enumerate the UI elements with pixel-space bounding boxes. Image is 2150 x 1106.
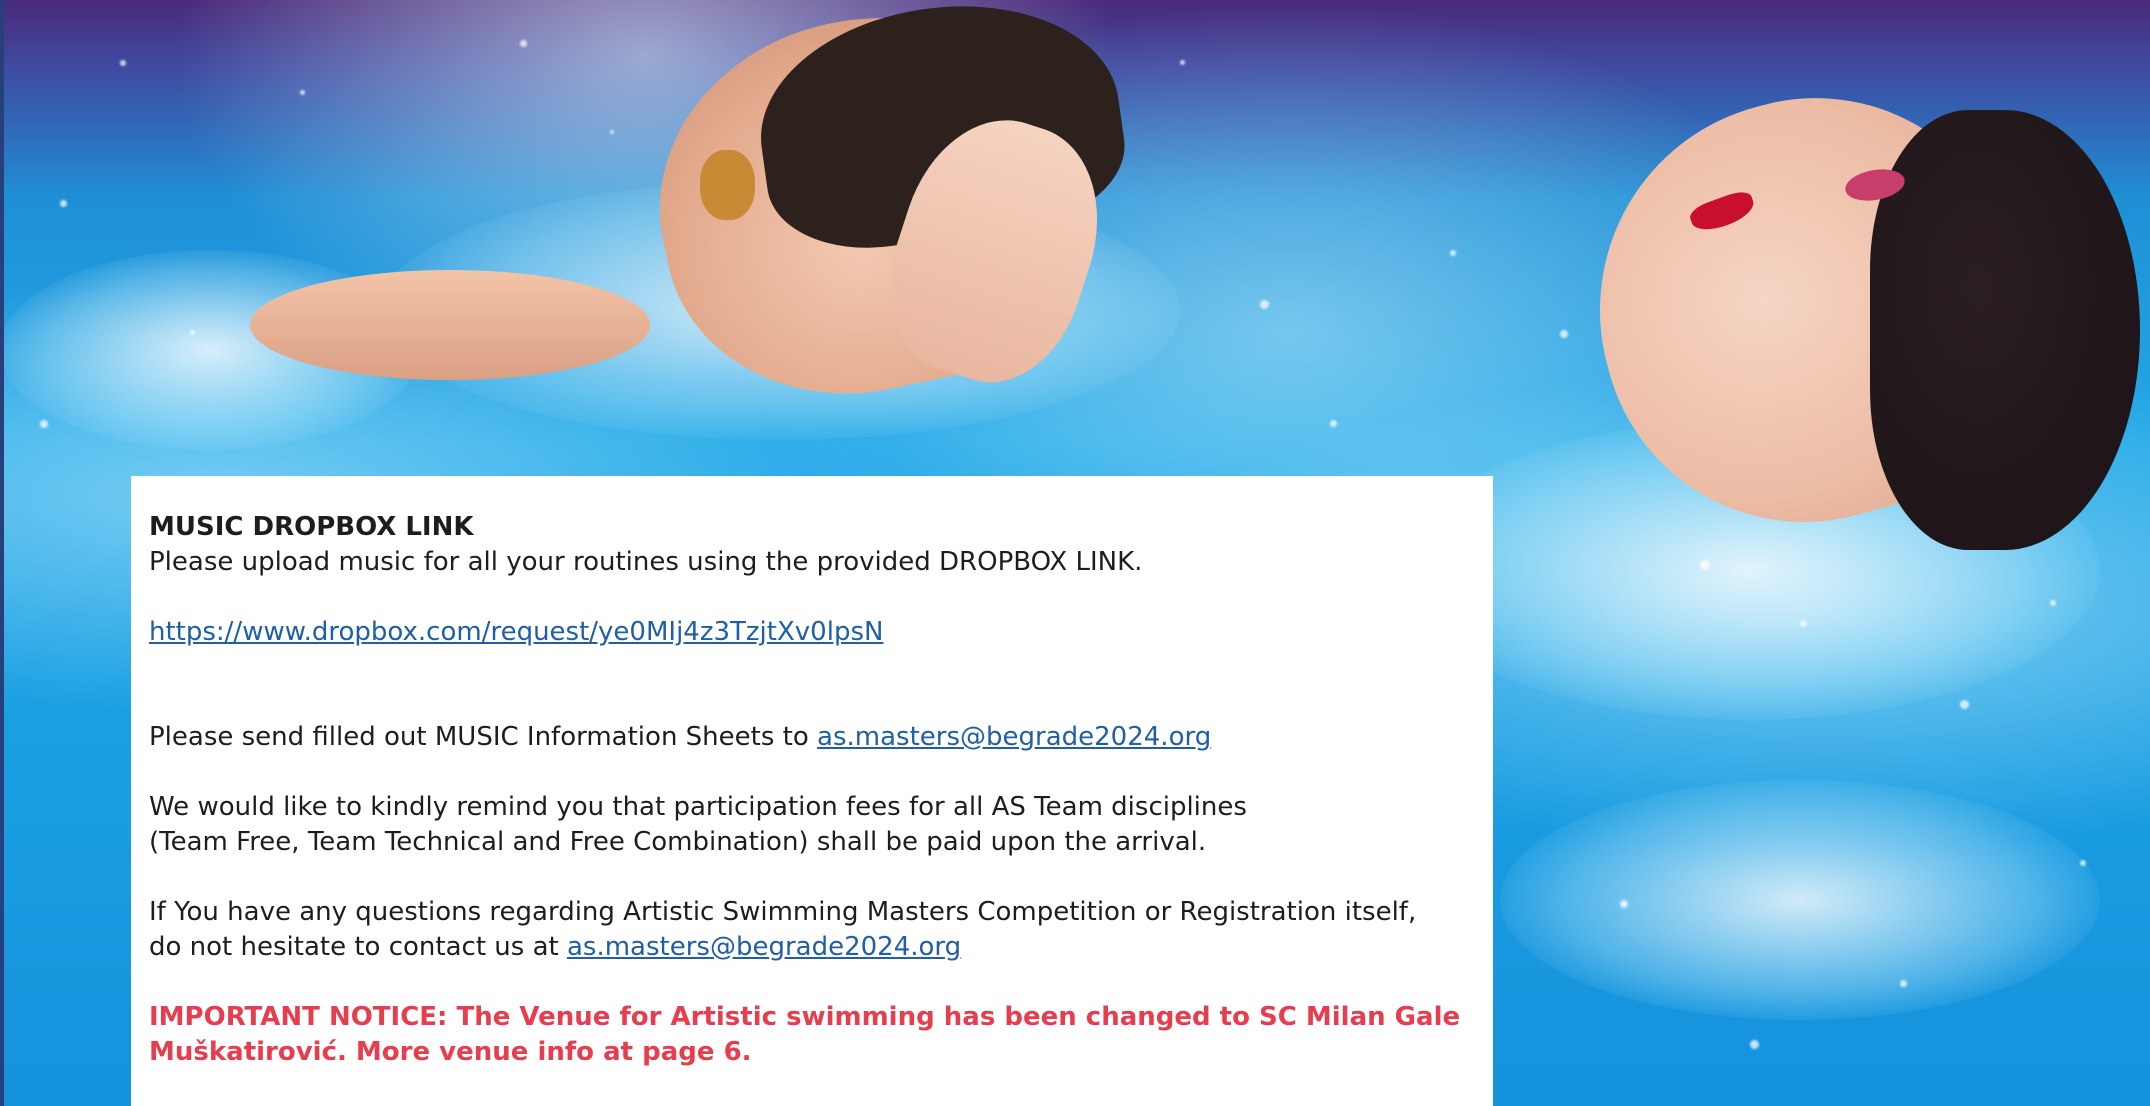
water-sparkle [60, 200, 67, 207]
questions-line-2: do not hesitate to contact us at as.mast… [149, 930, 1469, 965]
water-sparkle [2080, 860, 2086, 866]
water-sparkle [1180, 60, 1185, 65]
fees-line-1: We would like to kindly remind you that … [149, 792, 1247, 822]
water-sparkle [300, 90, 305, 95]
info-sheets-text: Please send filled out MUSIC Information… [149, 722, 818, 752]
important-notice-line-2: Muškatirović. More venue info at page 6. [149, 1037, 752, 1067]
water-sparkle [40, 420, 48, 428]
music-heading: MUSIC DROPBOX LINK [149, 512, 474, 542]
water-sparkle [1750, 1040, 1759, 1049]
water-sparkle [1900, 980, 1907, 987]
water-sparkle [190, 330, 195, 335]
questions-email-link[interactable]: as.masters@begrade2024.org [567, 932, 961, 962]
water-sparkle [1960, 700, 1969, 709]
water-sparkle [1260, 300, 1269, 309]
page: MUSIC DROPBOX LINK Please upload music f… [0, 0, 2150, 1106]
water-sparkle [1330, 420, 1337, 427]
water-splash [1500, 780, 2100, 1020]
female-swimmer-hair [1870, 110, 2140, 550]
water-sparkle [1800, 620, 1807, 627]
music-instruction: Please upload music for all your routine… [149, 547, 1143, 577]
water-sparkle [2050, 600, 2056, 606]
water-sparkle [1560, 330, 1568, 338]
nose-clip [700, 150, 755, 220]
questions-text: do not hesitate to contact us at [149, 932, 567, 962]
questions-line-1: If You have any questions regarding Arti… [149, 897, 1417, 927]
water-sparkle [120, 60, 126, 66]
male-swimmer-shoulder [250, 270, 650, 380]
info-content: MUSIC DROPBOX LINK Please upload music f… [149, 510, 1469, 1070]
water-sparkle [1700, 560, 1710, 570]
dropbox-link[interactable]: https://www.dropbox.com/request/ye0MIj4z… [149, 617, 883, 647]
info-sheets-email-link[interactable]: as.masters@begrade2024.org [817, 722, 1211, 752]
water-sparkle [1450, 250, 1456, 256]
left-edge-border [0, 0, 4, 1106]
info-sheets-line: Please send filled out MUSIC Information… [149, 720, 1469, 755]
fees-line-2: (Team Free, Team Technical and Free Comb… [149, 827, 1207, 857]
water-sparkle [610, 130, 614, 134]
water-sparkle [1620, 900, 1628, 908]
important-notice-line-1: IMPORTANT NOTICE: The Venue for Artistic… [149, 1002, 1461, 1032]
water-sparkle [520, 40, 527, 47]
